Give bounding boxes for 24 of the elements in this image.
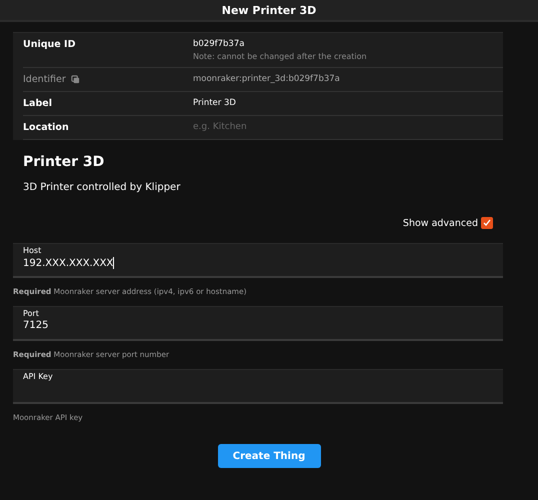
property-label: Identifier [23, 74, 66, 85]
check-icon [483, 219, 491, 227]
field-label: API Key [23, 372, 54, 381]
show-advanced-label: Show advanced [402, 218, 478, 228]
show-advanced-checkbox[interactable] [481, 217, 493, 229]
property-value: b029f7b37a [193, 39, 246, 49]
copy-icon[interactable] [70, 75, 80, 84]
text-field[interactable]: API Key [13, 369, 503, 404]
field-label: Port [23, 309, 40, 318]
binding-description: 3D Printer controlled by Klipper [23, 182, 182, 193]
field-value: 7125 [23, 320, 48, 331]
text-field[interactable]: Host 192.XXX.XXX.XXX [13, 243, 503, 278]
text-field[interactable]: Port 7125 [13, 306, 503, 341]
location-field[interactable]: e.g. Kitchen [193, 122, 503, 132]
window-title: New Printer 3D [222, 4, 316, 16]
property-label: Unique ID [23, 39, 76, 50]
binding-title: Printer 3D [23, 154, 106, 170]
property-note: Note: cannot be changed after the creation [193, 52, 368, 61]
field-label: Host [23, 246, 42, 255]
property-value: Printer 3D [193, 98, 237, 108]
field-value: 192.XXX.XXX.XXX [23, 258, 114, 268]
property-value: moonraker:printer_3d:b029f7b37a [193, 74, 341, 84]
property-label: Location [23, 122, 69, 133]
property-label: Label [23, 98, 52, 109]
